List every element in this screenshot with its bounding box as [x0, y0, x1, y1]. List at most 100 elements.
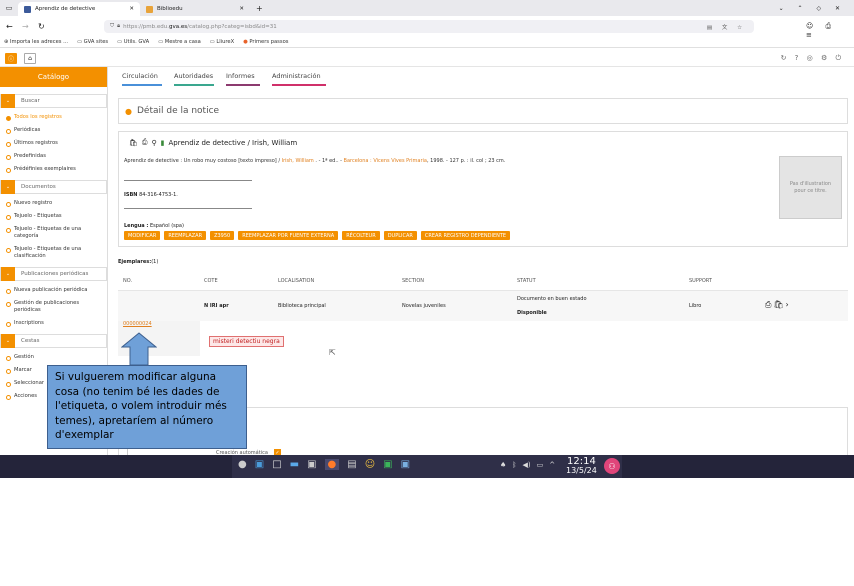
back-icon[interactable]: ← [6, 22, 13, 31]
reemplazar-button[interactable]: REEMPLAZAR [164, 231, 207, 240]
modificar-button[interactable]: MODIFICAR [124, 231, 161, 240]
pmb-top-bar: ⓘ ⌂ ↻ ? ◎ ⚙ ⏻ [0, 50, 854, 67]
sidebar-item-gestion-publicaciones[interactable]: Gestión de publicaciones periódicas [0, 300, 107, 314]
close-icon[interactable]: ✕ [239, 6, 244, 12]
basket-icon[interactable]: 🛍︎ [129, 139, 138, 147]
copy-section: Novelas juveniles [402, 303, 446, 309]
sidebar-item-nuevo-registro[interactable]: Nuevo registro [0, 200, 107, 207]
home-icon[interactable]: ⌂ [24, 53, 36, 64]
pmb-tools-icons[interactable]: ↻ ? ◎ ⚙ ⏻ [781, 54, 844, 63]
tab-informes[interactable]: Informes [226, 72, 260, 86]
crear-dependiente-button[interactable]: CREAR REGISTRO DEPENDIENTE [420, 231, 511, 240]
tray-icons[interactable]: ♠ ᛒ ◀) ▭ ^ [500, 461, 555, 469]
reemplazar-fuente-button[interactable]: REEMPLAZAR POR FUENTE EXTERNA [238, 231, 339, 240]
divider [124, 208, 252, 209]
chevron-up-icon: ^ [549, 461, 556, 469]
url-path: /catalog.php?categ=isbd&id=31 [187, 23, 277, 30]
copy-actions-icons[interactable]: ⎙🛍︎› [765, 300, 791, 310]
sidebar-item-predefinies[interactable]: Prédéfinies exemplaires [0, 166, 107, 173]
bullet-icon: ● [125, 106, 132, 116]
tab-administracion[interactable]: Administración [272, 72, 326, 86]
sidebar-item-tejuelo-categoria[interactable]: Tejuelo - Etiquetas de una categoría [0, 226, 107, 240]
bookmark-label: Mestre a casa [164, 38, 201, 45]
shield-icon: ⛉ [110, 23, 115, 29]
thumbnail-placeholder: Pas d'illustration pour ce titre. [779, 156, 842, 219]
isbd-publisher-link[interactable]: Barcelona : Vicens Vives Primaria [344, 158, 427, 164]
print-icon[interactable]: ⎙ [142, 138, 148, 147]
tab-list-icon[interactable]: ▭ [0, 4, 18, 12]
tag-chip[interactable]: misteri detectiu negra [209, 336, 284, 347]
display-icon: ▭ [536, 461, 544, 469]
col-localisation: LOCALISATION [278, 278, 315, 284]
sidebar-item-todos[interactable]: Todos los registros [0, 114, 107, 121]
user-avatar[interactable]: ⚇ [604, 458, 620, 474]
sidebar-item-nueva-publicacion[interactable]: Nueva publicación periódica [0, 287, 107, 294]
terminal-icon[interactable]: ▣ [307, 459, 316, 470]
clock[interactable]: 12:14 13/5/24 [566, 457, 597, 476]
sidebar-item-inscriptions[interactable]: Inscriptions [0, 320, 107, 327]
new-tab-icon[interactable]: + [256, 4, 263, 13]
top-navigation: Circulación Autoridades Informes Adminis… [122, 72, 326, 86]
section-publicaciones[interactable]: ⌄ Publicaciones periódicas [0, 267, 107, 281]
bookmark-mestre-a-casa[interactable]: ▭ Mestre a casa [158, 39, 201, 45]
annotation-note: Si vulguerem modificar alguna cosa (no t… [47, 365, 247, 449]
bookmark-gva-sites[interactable]: ▭ GVA sites [77, 39, 108, 45]
bookmark-primers-passos[interactable]: ● Primers passos [243, 39, 288, 45]
copies-table-header: NO. COTE LOCALISATION SECTION STATUT SUP… [118, 272, 848, 291]
recolteur-button[interactable]: RÉCOLTEUR [342, 231, 380, 240]
files-icon[interactable]: ▣ [255, 459, 264, 470]
url-field[interactable]: ⛉ 🔒︎ https://pmb.edu. gva.es/catalog.php?… [104, 20, 754, 33]
language-line: Lengua : Español (spa) [124, 223, 184, 229]
copy-number-link[interactable]: 000000024 [123, 321, 152, 327]
tab-autoridades[interactable]: Autoridades [174, 72, 214, 86]
window-controls[interactable]: ⌄ ⌃ ◇ ✕ [779, 5, 854, 12]
tab-circulacion[interactable]: Circulación [122, 72, 162, 86]
isbd-physical: , 1998. - 127 p. : il. col ; 23 cm. [426, 158, 506, 164]
clock-date: 13/5/24 [566, 466, 597, 475]
screenshot-icon[interactable]: ▣ [401, 459, 410, 470]
tab-biblioedu[interactable]: Biblioedu ✕ [140, 2, 250, 16]
isbd-author-link[interactable]: Irish, William [282, 158, 314, 164]
forward-icon[interactable]: → [22, 22, 29, 31]
image-viewer-icon[interactable]: ▣ [383, 459, 392, 470]
duplicar-button[interactable]: DUPLICAR [383, 231, 417, 240]
detail-header: ● Détail de la notice [118, 98, 848, 124]
calculator-icon[interactable]: ▤ [347, 459, 356, 470]
tab-aprendiz[interactable]: Aprendiz de detective ✕ [18, 2, 140, 16]
copies-count: (1) [151, 259, 159, 265]
sidebar-item-tejuelo-clasificacion[interactable]: Tejuelo - Etiquetas de una clasificación [0, 246, 107, 260]
sidebar-item-gestion[interactable]: Gestión [0, 354, 107, 361]
divider [124, 180, 252, 181]
tab-label: Aprendiz de detective [35, 6, 96, 12]
sidebar-item-periodicas[interactable]: Periódicas [0, 127, 107, 134]
bookmarks-bar: ⊕ Importa les adreces ... ▭ GVA sites ▭ … [0, 36, 854, 48]
folder-icon[interactable]: ▬ [290, 459, 299, 470]
launcher-icon[interactable]: ● [238, 459, 247, 470]
sidebar-item-ultimos[interactable]: Últimos registros [0, 140, 107, 147]
section-buscar[interactable]: ⌄ Buscar [0, 94, 107, 108]
reload-icon[interactable]: ↻ [38, 22, 45, 31]
sidebar-item-predefinidas[interactable]: Predefinidas [0, 153, 107, 160]
bookmark-utils-gva[interactable]: ▭ Utils. GVA [117, 39, 149, 45]
sidebar-item-tejuelo[interactable]: Tejuelo - Etiquetas [0, 213, 107, 220]
favicon-icon [24, 5, 31, 13]
collapse-icon: ⌄ [1, 267, 15, 281]
desktop-icon[interactable]: □ [272, 459, 281, 470]
page-actions-icons[interactable]: ▤ 文 ☆ [707, 23, 746, 31]
info-icon[interactable]: ⓘ [5, 53, 17, 64]
language-value: Español (spa) [149, 223, 184, 229]
section-documentos[interactable]: ⌄ Documentos [0, 180, 107, 194]
bookmark-lliurex[interactable]: ▭ LliureX [210, 39, 234, 45]
search-icon[interactable]: ⚲ [152, 139, 157, 147]
record-panel: 🛍︎ ⎙ ⚲ ▮ Aprendiz de detective / Irish, … [118, 131, 848, 247]
isbn-line: ISBN 84-316-4753-1. [124, 192, 178, 198]
section-cestas[interactable]: ⌄ Cestas [0, 334, 107, 348]
lock-icon: 🔒︎ [117, 23, 121, 29]
browser-tab-bar: ▭ Aprendiz de detective ✕ Biblioedu ✕ + … [0, 0, 854, 16]
copy-availability: Disponible [517, 310, 547, 316]
z3950-button[interactable]: Z3950 [210, 231, 235, 240]
close-icon[interactable]: ✕ [129, 6, 134, 12]
firefox-icon[interactable]: ● [324, 459, 340, 470]
face-icon[interactable]: ☺ [365, 459, 375, 470]
bookmark-import[interactable]: ⊕ Importa les adreces ... [4, 39, 68, 45]
